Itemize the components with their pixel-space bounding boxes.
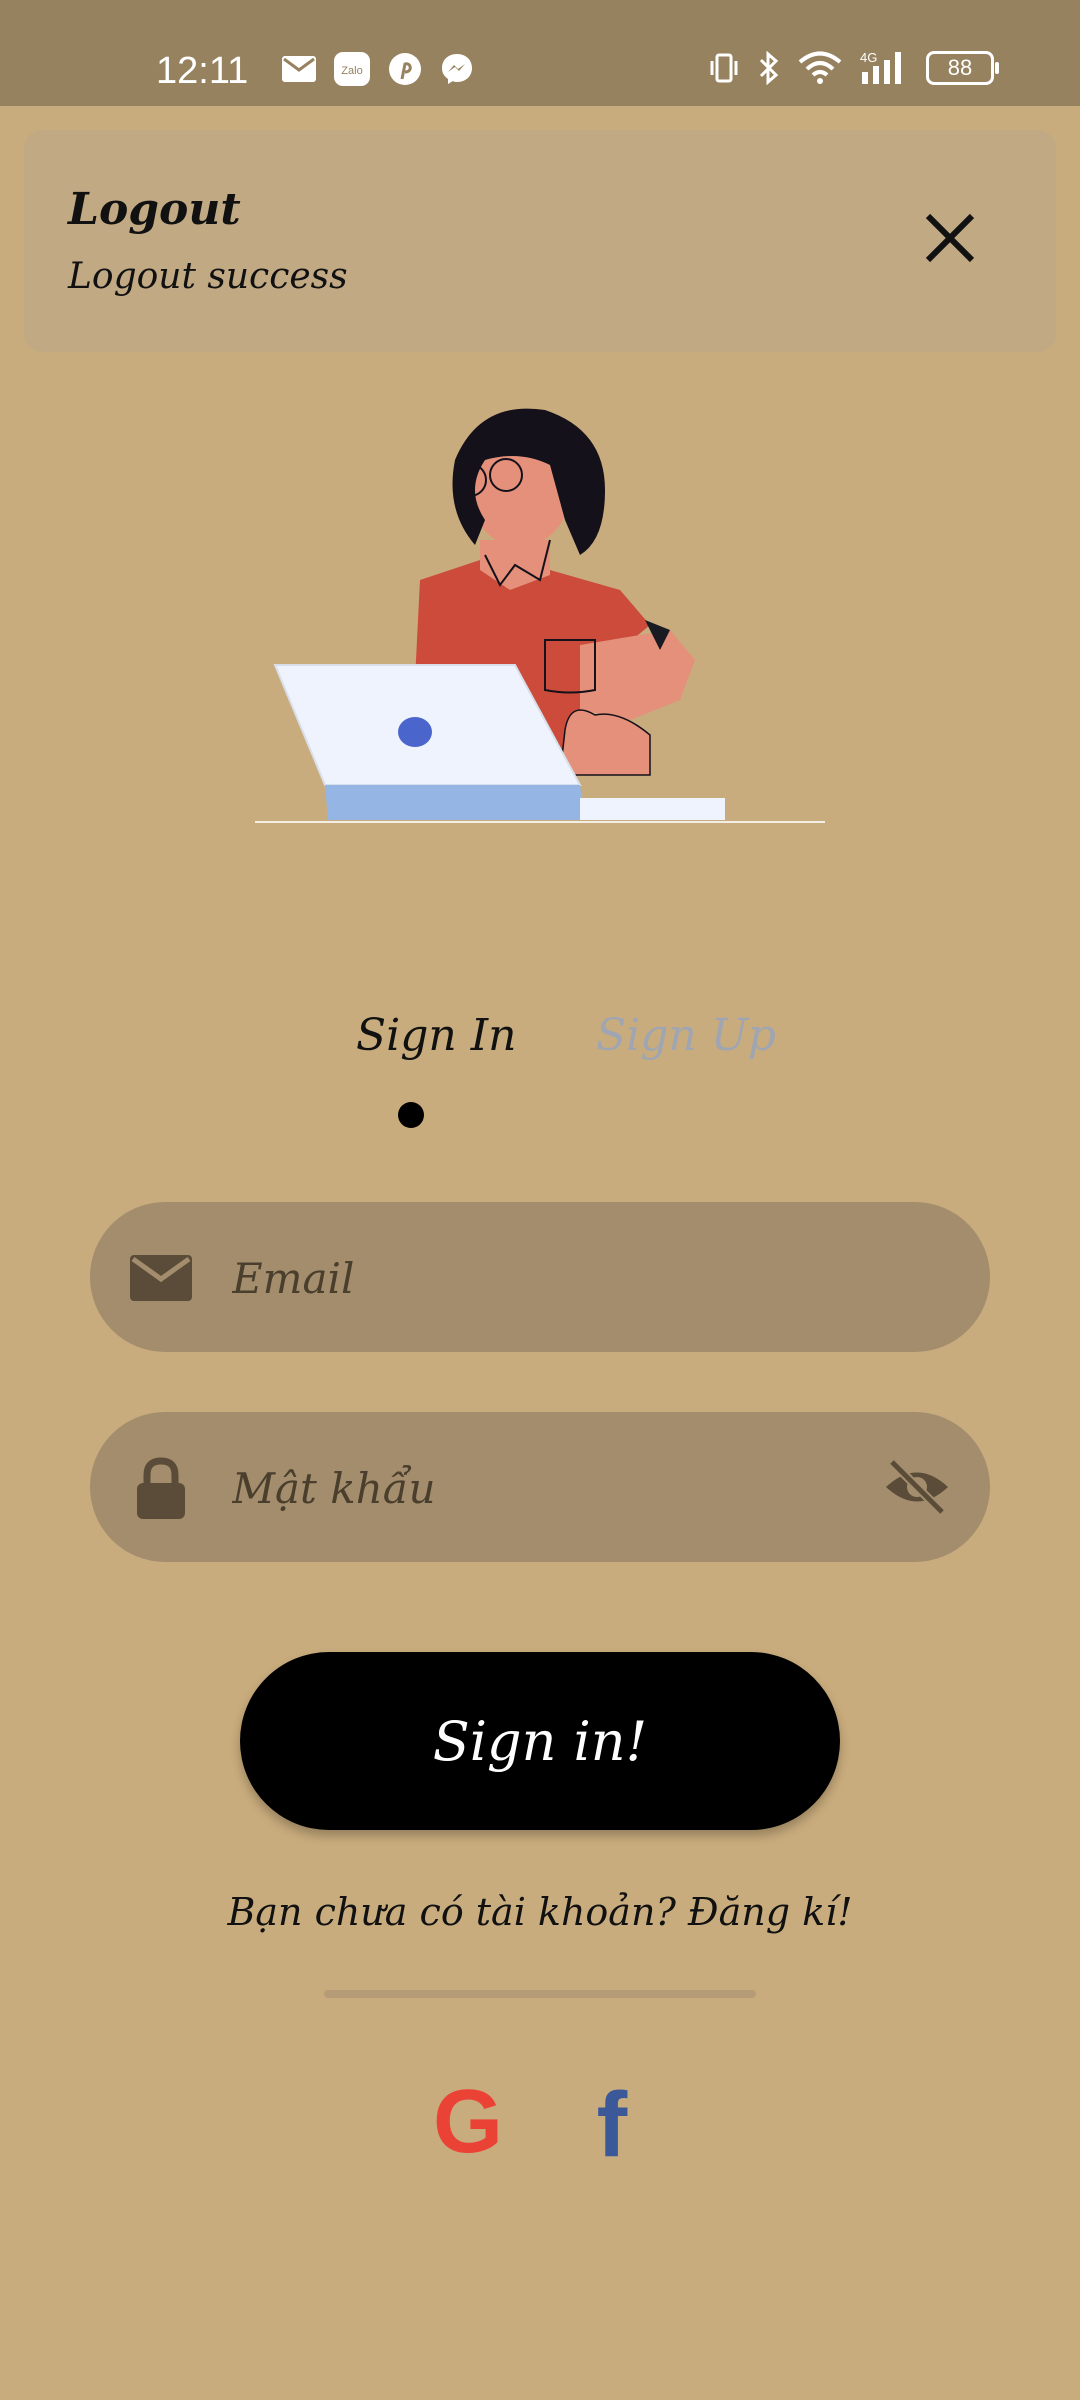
status-bar: 12:11 Zalo 4G 88 (0, 0, 1080, 106)
password-input[interactable] (230, 1447, 834, 1529)
google-login-button[interactable]: G (428, 2072, 508, 2172)
svg-text:4G: 4G (860, 50, 877, 65)
logout-toast: Logout Logout success (24, 130, 1056, 352)
email-field[interactable] (90, 1202, 990, 1352)
svg-text:Zalo: Zalo (341, 65, 362, 77)
signal-4g-icon: 4G (860, 50, 901, 84)
person-laptop-illustration (255, 408, 825, 823)
facebook-icon: f (597, 2074, 628, 2176)
register-prompt-text: Bạn chưa có tài khoản? (227, 1890, 676, 1934)
sign-in-button[interactable]: Sign in! (240, 1652, 840, 1830)
status-time: 12:11 (156, 50, 249, 92)
svg-text:G: G (433, 2082, 503, 2162)
system-icons: 4G 88 (708, 50, 999, 86)
pinterest-icon (389, 53, 421, 85)
zalo-icon: Zalo (334, 52, 370, 86)
lock-icon (137, 1457, 185, 1519)
password-field[interactable] (90, 1412, 990, 1562)
tab-sign-up[interactable]: Sign Up (596, 1010, 776, 1061)
register-prompt: Bạn chưa có tài khoản? Đăng kí! (0, 1890, 1080, 1934)
svg-text:f: f (597, 2082, 628, 2162)
google-icon: G (433, 2072, 503, 2172)
active-tab-indicator (398, 1102, 424, 1128)
toast-message: Logout success (68, 256, 348, 297)
facebook-login-button[interactable]: f (572, 2074, 652, 2176)
register-link[interactable]: Đăng kí! (688, 1890, 853, 1934)
auth-tabs: Sign In Sign Up (0, 1010, 1080, 1130)
mail-icon (282, 56, 316, 82)
messenger-icon (442, 54, 472, 84)
toast-title: Logout (68, 184, 241, 235)
close-icon[interactable] (922, 210, 978, 266)
email-input[interactable] (230, 1237, 834, 1319)
mail-icon (130, 1255, 192, 1301)
battery-indicator: 88 (926, 51, 999, 85)
tab-sign-in[interactable]: Sign In (356, 1010, 516, 1061)
wifi-icon (798, 51, 842, 84)
vibrate-icon (710, 53, 738, 83)
bluetooth-icon (759, 51, 779, 85)
notification-icons: Zalo (282, 52, 474, 86)
divider (324, 1990, 756, 1998)
eye-off-icon[interactable] (882, 1456, 952, 1518)
